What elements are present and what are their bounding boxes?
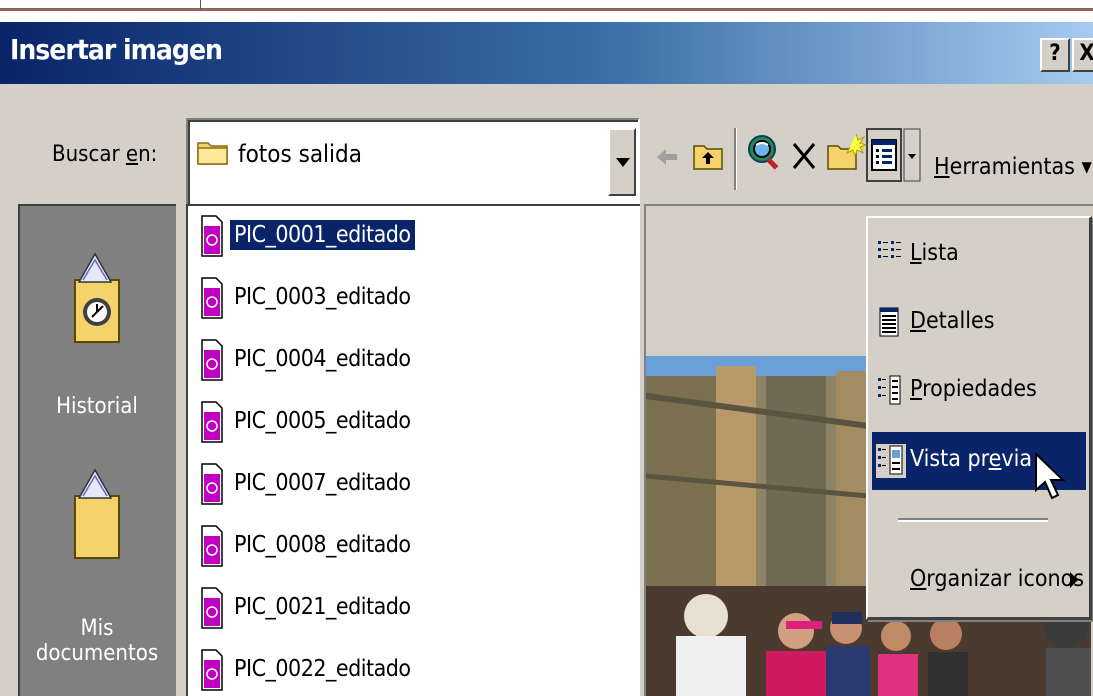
label-prefix: Vista pr	[910, 446, 989, 472]
menu-label-arrange: Organizar iconos	[910, 566, 1084, 592]
look-in-label-prefix: Buscar	[52, 142, 126, 167]
file-name: PIC_0003_editado	[234, 284, 411, 310]
file-list[interactable]: PIC_0001_editado PIC_0003_editado PIC_0004…	[186, 204, 640, 696]
menu-item-list[interactable]: Lista	[872, 226, 1086, 284]
label-rest: etalles	[925, 308, 995, 334]
image-file-icon	[201, 587, 223, 629]
menu-item-arrange-icons[interactable]: Organizar iconos	[872, 552, 1086, 610]
tools-dropdown-arrow: ▾	[1081, 154, 1092, 180]
background-separator	[200, 0, 201, 9]
menu-label-details: Detalles	[910, 308, 994, 334]
image-file-icon	[201, 463, 223, 505]
place-my-documents[interactable]: Mis documentos	[20, 466, 174, 666]
help-button[interactable]: ?	[1040, 38, 1070, 72]
up-one-level-icon[interactable]	[692, 138, 724, 172]
list-view-icon	[878, 241, 901, 258]
tools-mnemonic: H	[934, 154, 950, 180]
look-in-label-suffix: n:	[138, 142, 158, 167]
menu-item-properties[interactable]: Propiedades	[872, 362, 1086, 420]
mnemonic: O	[910, 566, 927, 592]
my-documents-folder-icon	[74, 468, 120, 559]
back-arrow-icon[interactable]	[654, 144, 680, 170]
look-in-label-mnemonic: e	[125, 142, 139, 167]
preview-view-icon	[876, 444, 906, 478]
image-file-icon	[201, 277, 223, 319]
insert-picture-dialog: Insertar imagen ? X Buscar en: fotos sal…	[0, 22, 1093, 696]
search-web-icon[interactable]	[744, 132, 784, 172]
views-button[interactable]	[866, 128, 922, 182]
image-file-icon	[201, 339, 223, 381]
look-in-label: Buscar en:	[52, 142, 157, 167]
look-in-combobox[interactable]: fotos salida	[186, 118, 640, 206]
menu-label-preview: Vista previa	[910, 446, 1032, 472]
menu-item-details[interactable]: Detalles	[872, 294, 1086, 352]
dialog-title: Insertar imagen	[10, 33, 223, 66]
mnemonic: e	[988, 446, 1002, 472]
delete-icon[interactable]	[790, 140, 818, 172]
label-rest: ista	[921, 240, 959, 266]
place-label: Mis documentos	[35, 616, 159, 666]
file-name: PIC_0004_editado	[234, 346, 411, 372]
label-rest: ropiedades	[922, 376, 1037, 402]
file-name: PIC_0007_editado	[234, 470, 411, 496]
place-history[interactable]: Historial	[20, 250, 174, 440]
label-rest: rganizar iconos	[926, 566, 1085, 592]
views-dropdown-menu: Lista Detalles Propiedades Vista previa …	[866, 216, 1092, 620]
close-button[interactable]: X	[1072, 38, 1093, 72]
submenu-arrow-icon	[1070, 572, 1078, 588]
place-label: Historial	[56, 394, 138, 419]
mnemonic: L	[910, 240, 922, 266]
title-bar: Insertar imagen ? X	[0, 22, 1093, 84]
background-window-border	[0, 8, 1093, 11]
menu-label-properties: Propiedades	[910, 376, 1037, 402]
tools-label-rest: erramientas	[949, 154, 1075, 180]
combobox-dropdown-button[interactable]	[608, 128, 636, 196]
file-name: PIC_0008_editado	[234, 532, 411, 558]
mnemonic: D	[910, 308, 926, 334]
file-name: PIC_0001_editado	[230, 220, 415, 250]
image-file-icon	[201, 649, 223, 691]
history-folder-icon	[74, 252, 120, 343]
mnemonic: P	[910, 376, 923, 402]
new-folder-icon[interactable]	[826, 132, 866, 172]
file-name: PIC_0022_editado	[234, 656, 411, 682]
properties-view-icon	[878, 375, 901, 405]
image-file-icon	[201, 525, 223, 567]
folder-icon	[197, 142, 228, 165]
toolbar-separator	[734, 128, 737, 190]
details-view-icon	[879, 307, 899, 337]
menu-separator	[898, 518, 1048, 522]
file-name: PIC_0021_editado	[234, 594, 411, 620]
menu-label-list: Lista	[910, 240, 959, 266]
image-file-icon	[201, 215, 223, 257]
mouse-cursor-icon	[1035, 452, 1066, 500]
tools-menu-button[interactable]: Herramientas ▾	[934, 154, 1092, 180]
image-file-icon	[201, 401, 223, 443]
places-bar: Historial Mis documentos	[18, 204, 176, 696]
current-folder-name: fotos salida	[238, 140, 362, 168]
background-window-edge	[0, 0, 1093, 22]
file-name: PIC_0005_editado	[234, 408, 411, 434]
label-rest: via	[1001, 446, 1033, 472]
